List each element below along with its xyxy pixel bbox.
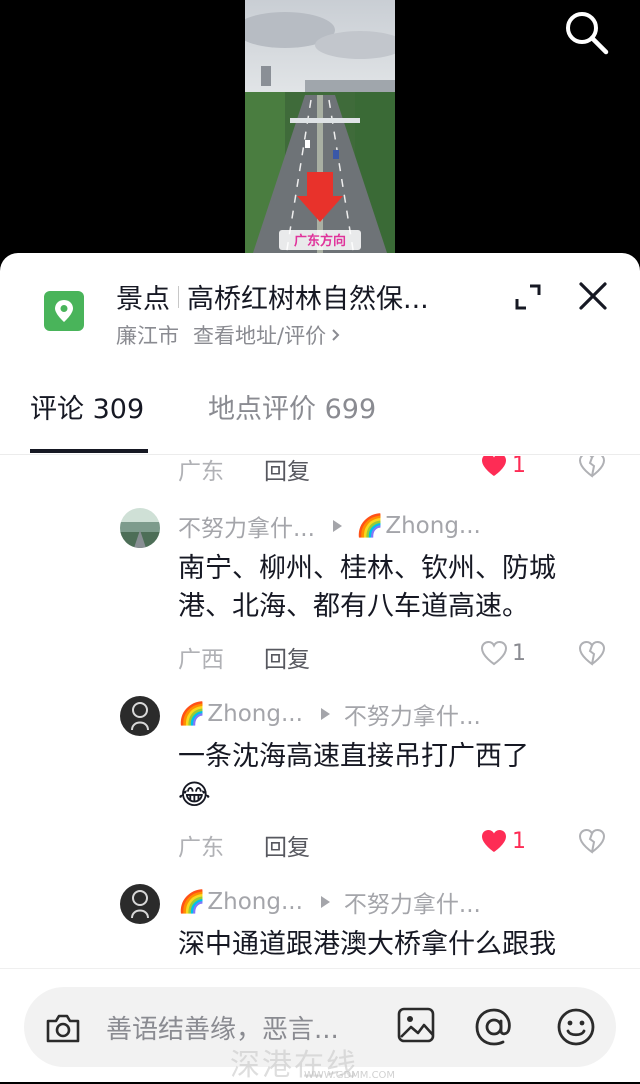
reply-button[interactable]: 回复 xyxy=(264,828,310,862)
dislike-button[interactable] xyxy=(578,640,606,672)
heart-outline-icon xyxy=(480,640,508,666)
comment-region: 广东 xyxy=(178,459,224,485)
emoji-icon[interactable] xyxy=(554,1005,598,1049)
active-tab-indicator xyxy=(30,449,148,453)
close-icon[interactable] xyxy=(576,279,610,313)
reply-to-name[interactable]: 不努力拿什... xyxy=(344,697,481,731)
video-frame[interactable]: 广东方向 xyxy=(245,0,395,262)
search-icon[interactable] xyxy=(562,8,610,56)
broken-heart-icon xyxy=(578,640,606,666)
like-count: 1 xyxy=(512,456,526,478)
laughing-emoji: 😂 xyxy=(178,778,211,811)
avatar[interactable] xyxy=(120,884,160,924)
broken-heart-icon xyxy=(578,456,606,478)
video-overlay-text: 广东方向 xyxy=(294,233,346,249)
comment-meta-row: 广西 回复 1 xyxy=(178,640,618,674)
like-button[interactable]: 1 xyxy=(480,640,526,666)
heart-filled-icon xyxy=(482,830,506,852)
comment-text: 南宁、柳州、桂林、钦州、防城港、北海、都有八车道高速。 xyxy=(178,553,556,622)
place-name: 高桥红树林自然保... xyxy=(187,284,429,315)
tab-bar: 评论 309 地点评价 699 xyxy=(0,371,640,455)
broken-heart-icon xyxy=(578,828,606,854)
reply-arrow-icon xyxy=(320,708,330,720)
rainbow-icon: 🌈 xyxy=(178,889,206,915)
location-pin-icon xyxy=(44,291,84,331)
reply-to-name[interactable]: Zhong... xyxy=(385,513,481,539)
place-city: 廉江市 xyxy=(116,324,179,348)
place-subtitle[interactable]: 廉江市 查看地址/评价 xyxy=(116,320,342,350)
rainbow-icon: 🌈 xyxy=(178,701,206,727)
comment-list[interactable]: 广东 回复 1 不努力拿什... 🌈 Zhong... 南宁、柳州、桂林、钦州、… xyxy=(0,456,640,968)
comment-author[interactable]: Zhong... xyxy=(207,701,303,727)
highway-aerial-image: 广东方向 xyxy=(245,0,395,262)
heart-filled-icon xyxy=(482,456,506,476)
comment-region: 广西 xyxy=(178,647,224,673)
comment-text-content: 一条沈海高速直接吊打广西了 xyxy=(178,741,529,772)
comment-text: 深中通道跟港澳大桥拿什么跟我 xyxy=(178,929,556,960)
place-title[interactable]: 景点 高桥红树林自然保... xyxy=(116,277,429,316)
view-address-link[interactable]: 查看地址/评价 xyxy=(193,320,326,350)
reply-button[interactable]: 回复 xyxy=(264,456,310,486)
video-player[interactable]: 广东方向 xyxy=(0,0,640,290)
mention-icon[interactable] xyxy=(472,1005,516,1049)
like-count: 1 xyxy=(512,828,526,854)
like-button[interactable]: 1 xyxy=(480,456,526,478)
title-divider xyxy=(178,285,179,308)
comment-names: 🌈 Zhong... 不努力拿什... xyxy=(178,696,481,732)
comment-author[interactable]: 不努力拿什... xyxy=(178,509,315,543)
like-count: 1 xyxy=(512,640,526,666)
dislike-button[interactable] xyxy=(578,828,606,860)
avatar[interactable] xyxy=(120,696,160,736)
watermark-url: WWW.GDMM.COM xyxy=(304,1070,396,1081)
comment-author[interactable]: Zhong... xyxy=(207,889,303,915)
tab-place-reviews[interactable]: 地点评价 699 xyxy=(208,387,376,426)
comment-meta-row: 广东 回复 1 xyxy=(178,828,618,862)
comment-meta-row: 广东 回复 1 xyxy=(178,456,618,486)
comment-region: 广东 xyxy=(178,835,224,861)
like-button[interactable]: 1 xyxy=(480,828,526,854)
reply-arrow-icon xyxy=(320,896,330,908)
comments-sheet: 景点 高桥红树林自然保... 廉江市 查看地址/评价 评论 309 地点评价 6… xyxy=(0,253,640,1082)
avatar[interactable] xyxy=(120,508,160,548)
expand-icon[interactable] xyxy=(512,281,544,313)
image-icon[interactable] xyxy=(396,1005,436,1045)
rainbow-icon: 🌈 xyxy=(355,513,384,539)
comment-text: 一条沈海高速直接吊打广西了 😂 xyxy=(178,738,608,815)
comment-names: 🌈 Zhong... 不努力拿什... xyxy=(178,884,481,920)
place-header[interactable]: 景点 高桥红树林自然保... 廉江市 查看地址/评价 xyxy=(0,253,640,358)
dislike-button[interactable] xyxy=(578,456,606,484)
reply-to-name[interactable]: 不努力拿什... xyxy=(344,885,481,919)
camera-icon[interactable] xyxy=(42,1007,84,1049)
place-category: 景点 xyxy=(116,284,170,315)
comment-names: 不努力拿什... 🌈 Zhong... xyxy=(178,508,481,544)
chevron-right-icon xyxy=(332,329,340,341)
reply-arrow-icon xyxy=(332,520,342,532)
tab-comments[interactable]: 评论 309 xyxy=(30,387,144,426)
reply-button[interactable]: 回复 xyxy=(264,640,310,674)
